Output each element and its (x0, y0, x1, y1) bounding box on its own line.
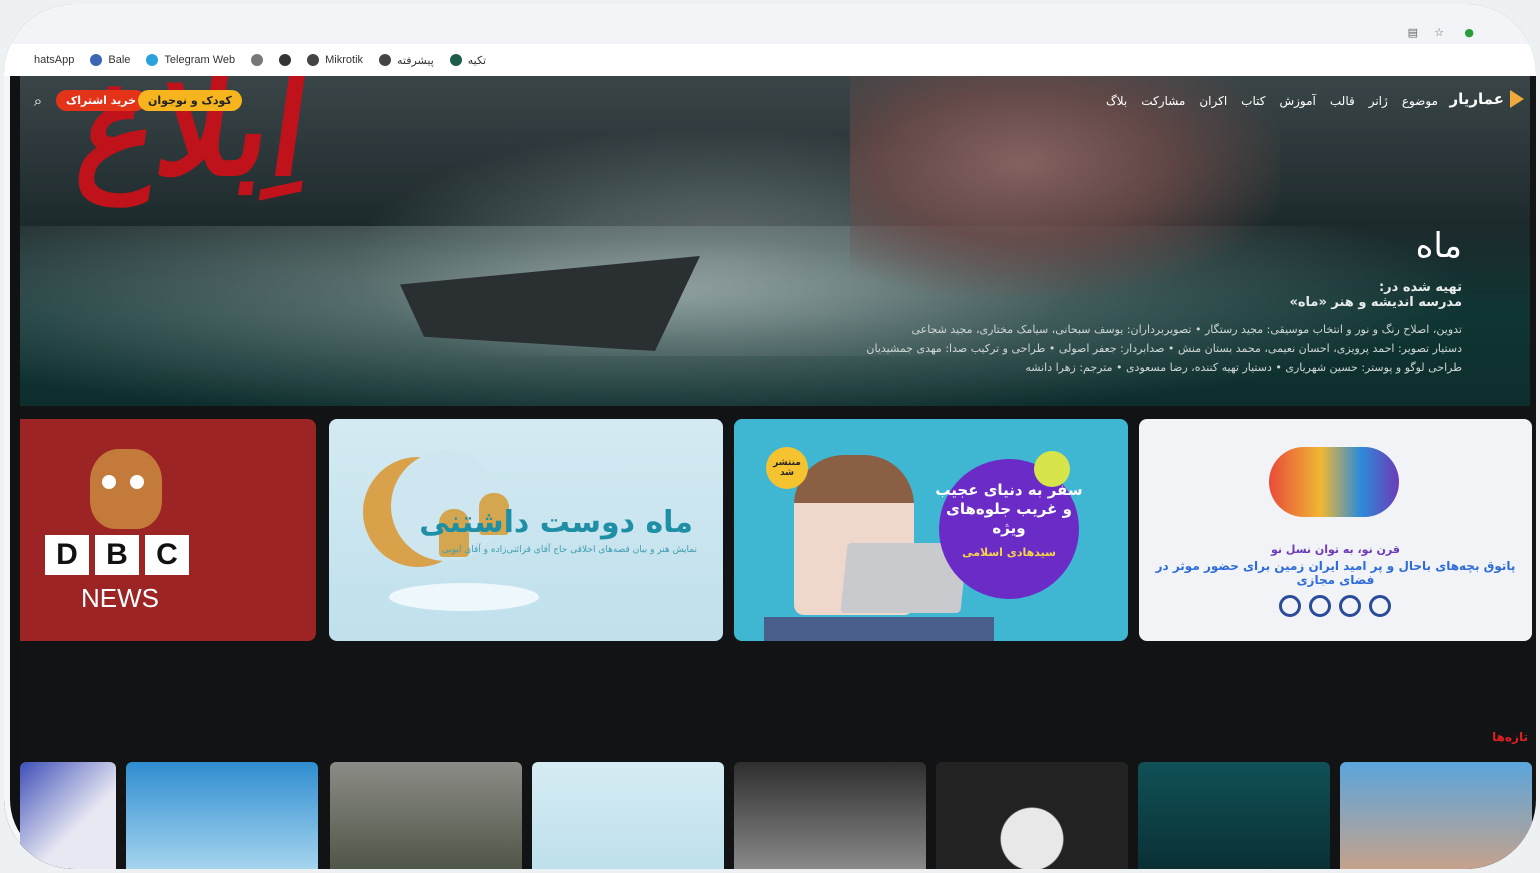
banner-tavan[interactable]: قرن نو، به توان نسل نو پاتوق بچه‌های باح… (1139, 419, 1532, 641)
bookmark-openai[interactable] (279, 54, 292, 66)
menu-item-blog[interactable]: بلاگ (1106, 94, 1127, 108)
browser-frame: ▤ ☆ ● hatsApp Bale Telegram Web Mikrotik… (4, 4, 1536, 869)
telegram-icon (146, 54, 159, 66)
bbc-logo: D B C (45, 535, 189, 575)
promo-presenter: سیدهادی اسلامی (962, 546, 1056, 559)
banner-row: D B C NEWS ماه دوست داشتنی نمایش هنر و ب… (20, 419, 1532, 641)
menu-item-genre[interactable]: ژانر (1369, 94, 1388, 108)
menu-item-screening[interactable]: اکران (1199, 94, 1227, 108)
logo-letter: B (95, 535, 139, 575)
search-icon[interactable]: ⌕ (28, 92, 48, 110)
credit-line: دستیار تصویر: احمد پرویزی، احسان نعیمی، … (866, 342, 1462, 355)
content-thumbnail[interactable] (20, 762, 116, 869)
logo-letter: C (145, 535, 189, 575)
site-logo[interactable]: عماریار (1450, 90, 1524, 108)
openai-icon (279, 54, 292, 66)
tekye-icon (449, 54, 462, 66)
menu-item-format[interactable]: قالب (1330, 94, 1355, 108)
menu-item-education[interactable]: آموزش (1279, 94, 1315, 108)
content-thumbnail[interactable] (734, 762, 926, 869)
sponsor-logo-icon (1339, 595, 1361, 617)
globe-icon (307, 54, 320, 66)
extension-icon[interactable]: ● (1464, 26, 1474, 39)
promo-title: سفر به دنیای عجیب و غریب جلوه‌های ویژه (935, 481, 1083, 537)
bookmark-link[interactable] (251, 54, 264, 66)
bookmark-whatsapp[interactable]: hatsApp (34, 54, 74, 66)
header-actions: ⌕ خرید اشتراک کودک و نوجوان (28, 90, 242, 111)
menu-item-book[interactable]: کتاب (1241, 94, 1265, 108)
bookmark-bale[interactable]: Bale (90, 54, 130, 66)
banner-title: ماه دوست داشتنی (419, 505, 693, 540)
content-thumbnail[interactable] (1138, 762, 1330, 869)
pedestal (389, 583, 539, 611)
play-logo-icon (1510, 90, 1524, 108)
site-nav: عماریار موضوع ژانر قالب آموزش کتاب اکران… (20, 76, 1530, 128)
made-by-label: تهیه شده در: (1378, 280, 1462, 295)
main-menu: موضوع ژانر قالب آموزش کتاب اکران مشارکت … (1106, 94, 1438, 108)
banner-special-effects[interactable]: سفر به دنیای عجیب و غریب جلوه‌های ویژه س… (734, 419, 1128, 641)
logo-letter: D (45, 535, 89, 575)
content-thumbnail[interactable] (936, 762, 1128, 869)
hero-credits: ماه تهیه شده در: مدرسه اندیشه و هنر «ماه… (866, 226, 1462, 377)
menu-item-topic[interactable]: موضوع (1402, 94, 1438, 108)
sponsor-logo-icon (1279, 595, 1301, 617)
browser-tabstrip: ▤ ☆ ● (4, 4, 1536, 44)
table-cloth (764, 617, 994, 641)
credit-line: تدوین، اصلاح رنگ و نور و انتخاب موسیقی: … (911, 323, 1462, 336)
tavan-slogan: قرن نو، به توان نسل نو (1271, 543, 1400, 556)
content-thumbnail[interactable] (532, 762, 724, 869)
bookmark-telegram[interactable]: Telegram Web (146, 54, 235, 66)
bookmark-advanced[interactable]: پیشرفته (379, 54, 434, 67)
kids-button[interactable]: کودک و نوجوان (138, 90, 242, 111)
bookmark-tekye[interactable]: تکیه (449, 54, 486, 67)
new-items-row (20, 762, 1532, 869)
site-page: اِبلاغ ماه تهیه شده در: مدرسه اندیشه و ه… (20, 76, 1536, 869)
tavan-description: پاتوق بچه‌های باحال و پر امید ایران زمین… (1155, 559, 1516, 587)
banner-lovely-moon[interactable]: ماه دوست داشتنی نمایش هنر و بیان قصه‌های… (329, 419, 723, 641)
tavan-logo (1269, 447, 1399, 517)
bookmark-star-icon[interactable]: ☆ (1434, 26, 1444, 39)
published-badge: منتشر شد (766, 447, 808, 489)
school-logo: ماه (1415, 226, 1462, 266)
translate-icon[interactable]: ▤ (1408, 26, 1418, 39)
menu-item-participation[interactable]: مشارکت (1141, 94, 1185, 108)
globe-icon (379, 54, 392, 66)
brand-name: عماریار (1449, 90, 1504, 108)
sponsor-logo-icon (1369, 595, 1391, 617)
content-thumbnail[interactable] (330, 762, 522, 869)
content-thumbnail[interactable] (1340, 762, 1532, 869)
banner-subtitle: نمایش هنر و بیان قصه‌های اخلاقی حاج آقای… (441, 545, 697, 555)
subscribe-button[interactable]: خرید اشتراک (56, 90, 147, 111)
sponsor-logos (1279, 595, 1391, 617)
school-name: مدرسه اندیشه و هنر «ماه» (1289, 295, 1462, 310)
credit-line: طراحی لوگو و پوستر: حسین شهریاری • دستیا… (1025, 361, 1462, 374)
bale-icon (90, 54, 103, 66)
link-icon (251, 54, 264, 66)
bbc-news-label: NEWS (81, 583, 159, 613)
sponsor-logo-icon (1309, 595, 1331, 617)
content-thumbnail[interactable] (126, 762, 318, 869)
banner-bbc[interactable]: D B C NEWS (20, 419, 316, 641)
camel-mascot (90, 449, 162, 529)
bookmarks-bar: hatsApp Bale Telegram Web Mikrotik پیشرف… (4, 44, 1536, 76)
section-title-new[interactable]: تازه‌ها (1492, 730, 1528, 744)
bookmark-mikrotik[interactable]: Mikrotik (307, 54, 363, 66)
